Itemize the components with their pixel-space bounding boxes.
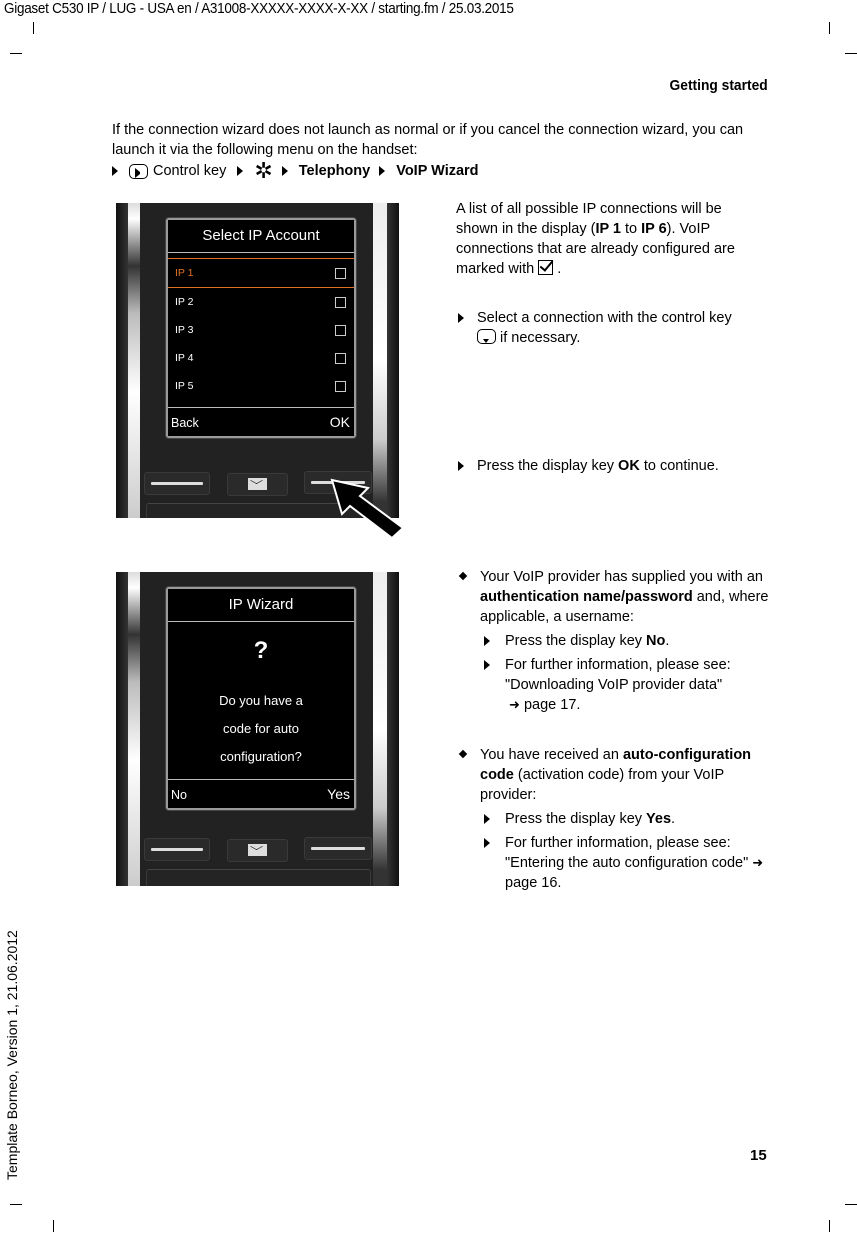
section-title: Getting started xyxy=(669,77,768,94)
screen-title: Select IP Account xyxy=(168,220,354,253)
list-item-ip1[interactable]: IP 1 xyxy=(168,258,354,288)
list-item-ip5[interactable]: IP 5 xyxy=(168,372,354,400)
crop-mark xyxy=(845,1204,857,1205)
crop-mark xyxy=(829,1220,830,1232)
instruction-see-download: For further information, please see: "Do… xyxy=(456,655,772,715)
pointer-arrow-icon xyxy=(330,478,405,540)
soft-key-bar: Back OK xyxy=(168,407,354,436)
message-key[interactable] xyxy=(227,473,288,496)
list-description: A list of all possible IP connections wi… xyxy=(456,201,735,277)
step-arrow-icon xyxy=(458,461,464,471)
menu-telephony: Telephony xyxy=(298,163,371,179)
soft-key-yes[interactable]: Yes xyxy=(327,786,350,802)
crop-mark xyxy=(33,22,34,34)
checked-box-icon xyxy=(538,260,554,275)
step-arrow-icon xyxy=(484,660,490,670)
control-key-down-icon xyxy=(477,329,496,344)
handset-image-select-account: Select IP Account IP 1 IP 2 IP 3 IP 4 IP… xyxy=(116,203,399,518)
menu-voip-wizard: VoIP Wizard xyxy=(396,163,479,179)
page-ref-link[interactable]: page 17. xyxy=(520,697,580,713)
message-key[interactable] xyxy=(227,839,288,862)
instruction-press-no: Press the display key No. xyxy=(456,631,772,651)
step-arrow-icon xyxy=(281,166,288,176)
description-select-account: A list of all possible IP connections wi… xyxy=(456,199,766,476)
checkbox-icon[interactable] xyxy=(335,268,346,279)
soft-key-back[interactable]: Back xyxy=(171,416,199,430)
soft-key-bar: No Yes xyxy=(168,779,354,808)
step-arrow-icon xyxy=(484,838,490,848)
diamond-bullet-icon xyxy=(458,749,468,759)
gear-icon: ✲ xyxy=(254,158,273,183)
menu-path: Control key ✲ Telephony VoIP Wizard xyxy=(112,158,772,183)
crop-mark xyxy=(10,1204,22,1205)
checkbox-icon[interactable] xyxy=(335,325,346,336)
question-mark-icon: ? xyxy=(253,637,269,664)
checkbox-icon[interactable] xyxy=(335,297,346,308)
step-arrow-icon xyxy=(484,636,490,646)
instruction-press-ok: Press the display key OK to continue. xyxy=(454,456,766,476)
envelope-icon xyxy=(248,478,267,490)
page-number: 15 xyxy=(750,1147,767,1164)
description-ip-wizard: Your VoIP provider has supplied you with… xyxy=(456,567,772,893)
handset-display: IP Wizard ? Do you have a code for auto … xyxy=(166,587,356,810)
case-auto-config: You have received an auto-configuration … xyxy=(456,745,772,805)
control-key-label: Control key xyxy=(153,163,227,179)
page-ref-arrow-icon: ➜ xyxy=(752,855,764,870)
wizard-question: Do you have a code for auto configuratio… xyxy=(219,693,303,764)
handset-image-ip-wizard: IP Wizard ? Do you have a code for auto … xyxy=(116,572,399,886)
right-display-key[interactable] xyxy=(304,837,372,860)
crop-mark xyxy=(829,22,830,34)
intro-text: If the connection wizard does not launch… xyxy=(112,122,744,158)
crop-mark xyxy=(10,53,22,54)
template-version-label: Template Borneo, Version 1, 21.06.2012 xyxy=(4,930,20,1180)
step-arrow-icon xyxy=(379,166,386,176)
handset-display: Select IP Account IP 1 IP 2 IP 3 IP 4 IP… xyxy=(166,218,356,438)
screen-title: IP Wizard xyxy=(168,589,354,622)
instruction-see-autoconfig: For further information, please see: "En… xyxy=(456,833,772,893)
list-item-ip3[interactable]: IP 3 xyxy=(168,316,354,344)
crop-mark xyxy=(845,53,857,54)
instruction-press-yes: Press the display key Yes. xyxy=(456,809,772,829)
soft-key-no[interactable]: No xyxy=(171,788,187,802)
diamond-bullet-icon xyxy=(458,571,468,581)
left-display-key[interactable] xyxy=(144,472,210,495)
list-item-ip4[interactable]: IP 4 xyxy=(168,344,354,372)
left-display-key[interactable] xyxy=(144,838,210,861)
envelope-icon xyxy=(248,844,267,856)
step-arrow-icon xyxy=(458,313,464,323)
ip-account-list: IP 1 IP 2 IP 3 IP 4 IP 5 xyxy=(168,258,354,400)
page-ref-link[interactable]: page 16. xyxy=(505,875,561,891)
control-key-icon xyxy=(129,163,148,179)
page-ref-arrow-icon: ➜ xyxy=(509,697,520,712)
step-arrow-icon xyxy=(237,166,244,176)
instruction-select: Select a connection with the control key… xyxy=(454,308,766,348)
list-item-ip2[interactable]: IP 2 xyxy=(168,288,354,316)
document-header: Gigaset C530 IP / LUG - USA en / A31008-… xyxy=(4,0,514,17)
checkbox-icon[interactable] xyxy=(335,353,346,364)
soft-key-ok[interactable]: OK xyxy=(330,414,350,430)
case-auth-credentials: Your VoIP provider has supplied you with… xyxy=(456,567,772,627)
intro-section: If the connection wizard does not launch… xyxy=(112,120,772,183)
checkbox-icon[interactable] xyxy=(335,381,346,392)
step-arrow-icon xyxy=(484,814,490,824)
step-arrow-icon xyxy=(112,166,118,176)
crop-mark xyxy=(53,1220,54,1232)
